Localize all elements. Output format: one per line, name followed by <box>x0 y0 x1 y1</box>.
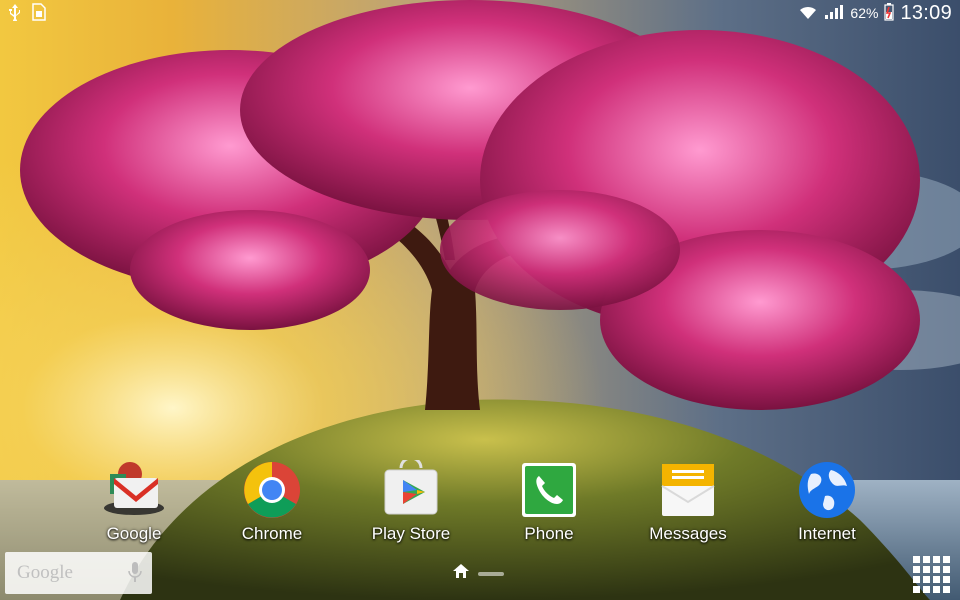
app-google-folder[interactable]: Google <box>64 460 204 544</box>
chrome-icon <box>242 460 302 520</box>
signal-icon <box>824 4 844 23</box>
microphone-icon[interactable] <box>128 560 142 591</box>
google-search-widget[interactable]: Google <box>5 552 152 594</box>
battery-percent: 62% <box>850 5 879 21</box>
app-label: Internet <box>798 524 856 543</box>
globe-icon <box>797 460 857 520</box>
app-internet[interactable]: Internet <box>757 460 897 544</box>
play-store-icon <box>381 456 441 520</box>
app-phone[interactable]: Phone <box>479 460 619 544</box>
app-chrome[interactable]: Chrome <box>202 460 342 544</box>
apps-button[interactable] <box>913 556 951 594</box>
page-indicator <box>452 563 504 584</box>
sim-card-icon <box>32 3 46 24</box>
home-icon[interactable] <box>452 563 470 584</box>
usb-icon <box>8 3 22 24</box>
gmail-icon <box>104 460 164 520</box>
app-label: Chrome <box>241 524 303 543</box>
page-dot[interactable] <box>478 571 504 576</box>
app-messages[interactable]: Messages <box>618 460 758 544</box>
app-dock: Google Chrome Play Store Phone Messages … <box>64 456 944 550</box>
battery-icon <box>884 2 895 24</box>
wifi-icon <box>798 4 818 23</box>
status-time: 13:09 <box>900 2 952 24</box>
google-search-logo: Google <box>17 562 73 583</box>
messages-icon <box>658 460 718 520</box>
app-grid-icon <box>913 556 951 593</box>
phone-icon <box>519 460 579 520</box>
status-bar: 62% 13:09 <box>0 0 960 26</box>
app-label: Phone <box>524 524 574 543</box>
app-label: Messages <box>649 524 727 543</box>
app-label: Play Store <box>371 524 451 543</box>
app-play-store[interactable]: Play Store <box>341 456 481 544</box>
app-label: Google <box>106 524 162 543</box>
